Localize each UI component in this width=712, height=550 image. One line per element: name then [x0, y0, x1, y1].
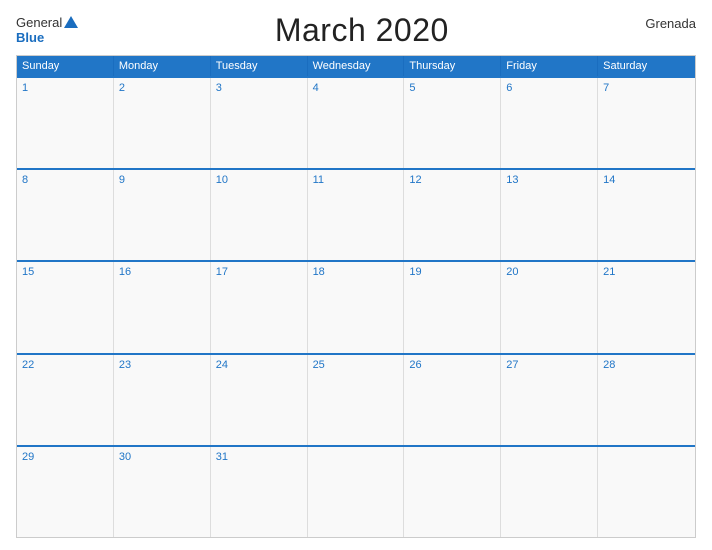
day-cell-10: 10: [211, 170, 308, 260]
day-cell-empty-4-4: [404, 447, 501, 537]
logo: General Blue: [16, 16, 78, 45]
logo-general-text: General: [16, 16, 62, 30]
day-cell-18: 18: [308, 262, 405, 352]
calendar-header: General Blue March 2020 Grenada: [16, 12, 696, 49]
day-number: 24: [216, 359, 228, 371]
day-number: 14: [603, 174, 615, 186]
day-number: 12: [409, 174, 421, 186]
week-row-1: 1 2 3 4 5 6 7: [17, 76, 695, 168]
week-row-2: 8 9 10 11 12 13 14: [17, 168, 695, 260]
day-cell-17: 17: [211, 262, 308, 352]
day-number: 6: [506, 82, 512, 94]
day-cell-24: 24: [211, 355, 308, 445]
day-number: 20: [506, 266, 518, 278]
day-number: 15: [22, 266, 34, 278]
day-number: 25: [313, 359, 325, 371]
day-header-monday: Monday: [114, 56, 211, 76]
day-cell-31: 31: [211, 447, 308, 537]
calendar-wrapper: General Blue March 2020 Grenada SundayMo…: [0, 0, 712, 550]
day-cell-27: 27: [501, 355, 598, 445]
day-number: 31: [216, 451, 228, 463]
day-number: 26: [409, 359, 421, 371]
day-cell-14: 14: [598, 170, 695, 260]
day-number: 19: [409, 266, 421, 278]
weeks-container: 1234567891011121314151617181920212223242…: [17, 76, 695, 537]
day-number: 3: [216, 82, 222, 94]
day-cell-23: 23: [114, 355, 211, 445]
day-cell-8: 8: [17, 170, 114, 260]
day-cell-19: 19: [404, 262, 501, 352]
day-cell-13: 13: [501, 170, 598, 260]
day-number: 16: [119, 266, 131, 278]
day-header-friday: Friday: [501, 56, 598, 76]
day-cell-25: 25: [308, 355, 405, 445]
day-number: 4: [313, 82, 319, 94]
day-cell-28: 28: [598, 355, 695, 445]
calendar-title: March 2020: [275, 12, 449, 49]
day-cell-12: 12: [404, 170, 501, 260]
day-header-wednesday: Wednesday: [308, 56, 405, 76]
day-cell-15: 15: [17, 262, 114, 352]
logo-triangle-icon: [64, 16, 78, 28]
day-header-tuesday: Tuesday: [211, 56, 308, 76]
day-number: 13: [506, 174, 518, 186]
day-number: 23: [119, 359, 131, 371]
day-number: 22: [22, 359, 34, 371]
day-cell-7: 7: [598, 78, 695, 168]
day-number: 10: [216, 174, 228, 186]
day-cell-21: 21: [598, 262, 695, 352]
country-name: Grenada: [645, 16, 696, 31]
day-number: 18: [313, 266, 325, 278]
week-row-4: 22 23 24 25 26 27 28: [17, 353, 695, 445]
day-cell-16: 16: [114, 262, 211, 352]
day-cell-20: 20: [501, 262, 598, 352]
day-number: 1: [22, 82, 28, 94]
day-cell-30: 30: [114, 447, 211, 537]
day-cell-11: 11: [308, 170, 405, 260]
day-cell-5: 5: [404, 78, 501, 168]
day-header-saturday: Saturday: [598, 56, 695, 76]
day-cell-6: 6: [501, 78, 598, 168]
day-number: 2: [119, 82, 125, 94]
day-cell-2: 2: [114, 78, 211, 168]
day-cell-1: 1: [17, 78, 114, 168]
day-cell-4: 4: [308, 78, 405, 168]
day-cell-22: 22: [17, 355, 114, 445]
day-header-sunday: Sunday: [17, 56, 114, 76]
day-headers-row: SundayMondayTuesdayWednesdayThursdayFrid…: [17, 56, 695, 76]
week-row-5: 29 30 31: [17, 445, 695, 537]
day-number: 8: [22, 174, 28, 186]
day-number: 17: [216, 266, 228, 278]
day-cell-26: 26: [404, 355, 501, 445]
day-cell-29: 29: [17, 447, 114, 537]
day-number: 5: [409, 82, 415, 94]
day-number: 28: [603, 359, 615, 371]
day-number: 29: [22, 451, 34, 463]
day-cell-3: 3: [211, 78, 308, 168]
day-number: 9: [119, 174, 125, 186]
day-number: 7: [603, 82, 609, 94]
day-number: 27: [506, 359, 518, 371]
day-cell-empty-4-5: [501, 447, 598, 537]
day-number: 30: [119, 451, 131, 463]
day-number: 21: [603, 266, 615, 278]
day-cell-empty-4-3: [308, 447, 405, 537]
day-cell-9: 9: [114, 170, 211, 260]
logo-blue-text: Blue: [16, 31, 78, 45]
day-number: 11: [313, 174, 324, 186]
calendar-grid: SundayMondayTuesdayWednesdayThursdayFrid…: [16, 55, 696, 538]
day-cell-empty-4-6: [598, 447, 695, 537]
day-header-thursday: Thursday: [404, 56, 501, 76]
week-row-3: 15 16 17 18 19 20 21: [17, 260, 695, 352]
logo-general-line: General: [16, 16, 78, 30]
